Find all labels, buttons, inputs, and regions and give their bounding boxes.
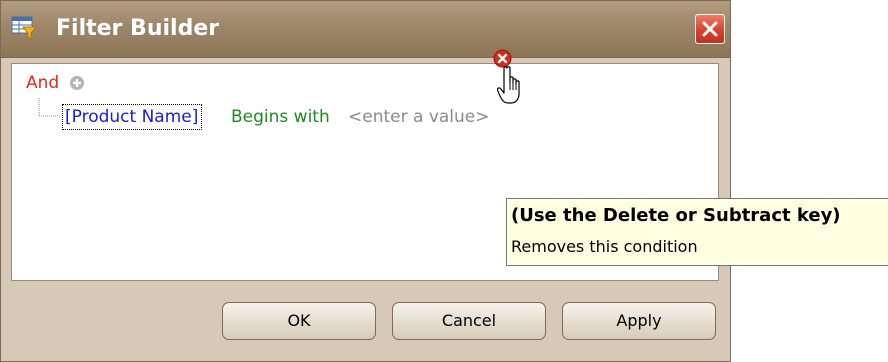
hand-pointer-icon: [496, 66, 527, 106]
add-condition-icon[interactable]: [69, 75, 85, 91]
window-title: Filter Builder: [56, 16, 220, 41]
tooltip-title: (Use the Delete or Subtract key): [511, 205, 841, 226]
close-icon: [702, 21, 718, 37]
tooltip: (Use the Delete or Subtract key) Removes…: [506, 198, 888, 266]
apply-button[interactable]: Apply: [562, 302, 716, 340]
ok-button[interactable]: OK: [222, 302, 376, 340]
condition-field[interactable]: [Product Name]: [62, 104, 203, 130]
filter-table-icon: [11, 16, 38, 40]
condition-operation[interactable]: Begins with: [231, 106, 330, 128]
group-operator[interactable]: And: [26, 72, 59, 94]
filter-builder-dialog: Filter Builder And [Product Name] Begins…: [0, 0, 731, 362]
close-button[interactable]: [695, 14, 725, 44]
cancel-button[interactable]: Cancel: [392, 302, 546, 340]
tree-connector-line: [38, 98, 60, 118]
condition-value[interactable]: <enter a value>: [348, 106, 490, 128]
title-bar[interactable]: Filter Builder: [1, 1, 730, 58]
button-panel: OK Cancel Apply: [11, 288, 719, 354]
tooltip-text: Removes this condition: [511, 237, 698, 256]
